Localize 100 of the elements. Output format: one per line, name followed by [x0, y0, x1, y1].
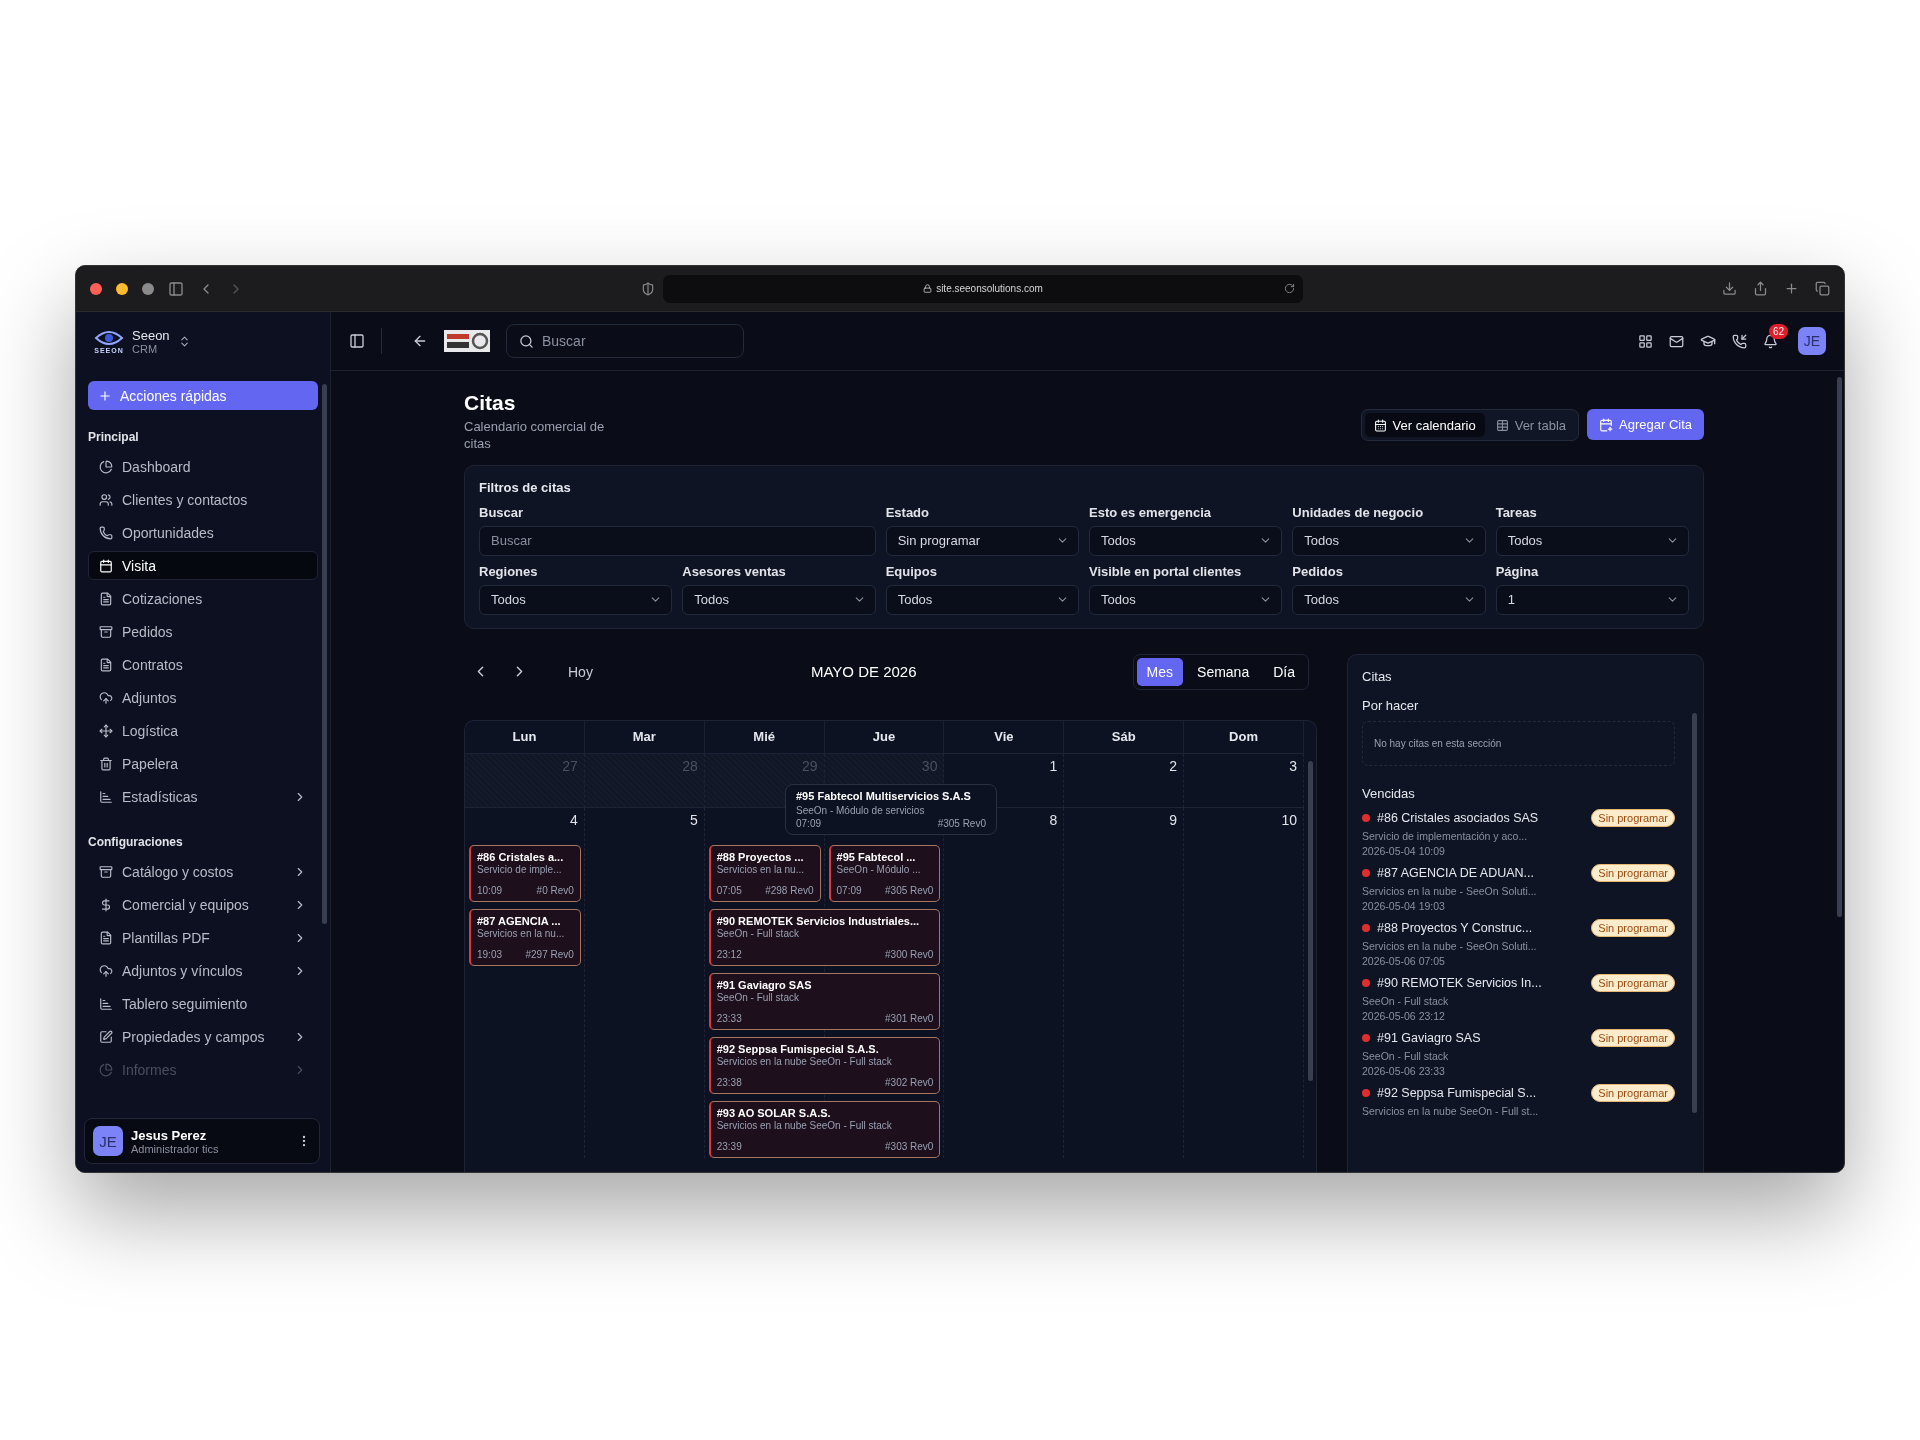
bar-chart-icon: [99, 789, 113, 804]
event-time: 23:12: [716, 948, 742, 960]
nav-item[interactable]: Estadísticas: [88, 782, 318, 811]
nav-item[interactable]: Clientes y contactos: [88, 485, 318, 514]
add-appointment-button[interactable]: Agregar Cita: [1587, 409, 1704, 440]
user-role: Administrador tics: [131, 1142, 220, 1155]
appointment-description: Servicios en la nube SeeOn - Full st...: [1362, 1104, 1540, 1117]
event-card[interactable]: #87 AGENCIA ... Servicios en la nu... 19:03 #297 Rev0: [469, 908, 581, 966]
search-input[interactable]: Buscar: [479, 525, 876, 556]
minimize-window-icon[interactable]: [116, 282, 128, 295]
select-field[interactable]: Todos: [1292, 525, 1486, 556]
scrollbar[interactable]: [322, 384, 327, 924]
event-card[interactable]: #90 REMOTEK Servicios Industriales... SeeOn - Full stack 23:12 #300 Rev0: [708, 908, 941, 966]
field-label: Página: [1495, 563, 1540, 579]
zoom-window-icon[interactable]: [142, 282, 154, 295]
notifications-icon[interactable]: [1763, 333, 1778, 349]
nav-item[interactable]: Adjuntos y vínculos: [88, 956, 318, 985]
reload-icon[interactable]: [1284, 283, 1295, 294]
event-time: 19:03: [477, 948, 503, 960]
event-card[interactable]: #93 AO SOLAR S.A.S. Servicios en la nube SeeOn - Full stack 23:39 #303 Rev0: [708, 1100, 941, 1158]
view-tab[interactable]: Ver tabla: [1486, 413, 1575, 437]
mail-icon[interactable]: [1669, 333, 1684, 349]
nav-item[interactable]: Papelera: [88, 749, 318, 778]
close-window-icon[interactable]: [90, 282, 102, 295]
nav-item[interactable]: Plantillas PDF: [88, 923, 318, 952]
url-text: site.seeonsolutions.com: [936, 283, 1043, 294]
nav-item[interactable]: Dashboard: [88, 452, 318, 481]
select-field[interactable]: Todos: [1495, 525, 1689, 556]
event-card[interactable]: #92 Seppsa Fumispecial S.A.S. Servicios en la nube SeeOn - Full stack 23:38 #302 Rev0: [708, 1036, 941, 1094]
select-field[interactable]: Todos: [1089, 584, 1283, 615]
brand-subtitle: CRM: [132, 343, 159, 355]
nav-item[interactable]: Contratos: [88, 650, 318, 679]
event-card[interactable]: #91 Gaviagro SAS SeeOn - Full stack 23:33 #301 Rev0: [708, 972, 941, 1030]
users-icon: [99, 492, 113, 507]
day-number: 30: [921, 757, 938, 775]
event-card[interactable]: #95 Fabtecol ... SeeOn - Módulo ... 07:09 #305 Rev0: [828, 844, 941, 902]
nav-item[interactable]: Tablero seguimiento: [88, 989, 318, 1018]
appointment-title[interactable]: #90 REMOTEK Servicios In...: [1377, 975, 1585, 990]
phone-icon[interactable]: [1732, 333, 1747, 349]
graduation-cap-icon[interactable]: [1700, 333, 1716, 349]
nav-item[interactable]: Propiedades y campos: [88, 1022, 318, 1051]
day-number: 4: [570, 811, 578, 829]
nav-item[interactable]: Catálogo y costos: [88, 857, 318, 886]
view-tab[interactable]: Semana: [1187, 657, 1260, 686]
event-card[interactable]: #88 Proyectos ... Servicios en la nu... 07:05 #298 Rev0: [708, 844, 821, 902]
table-icon: [1495, 418, 1509, 432]
select-field[interactable]: Todos: [885, 584, 1079, 615]
appointment-title[interactable]: #86 Cristales asociados SAS: [1377, 810, 1585, 825]
nav-label: Plantillas PDF: [122, 929, 211, 946]
nav-item[interactable]: Comercial y equipos: [88, 890, 318, 919]
user-avatar[interactable]: JE: [1798, 327, 1826, 355]
appointment-description: Servicios en la nube - SeeOn Soluti...: [1362, 939, 1538, 952]
nav-item[interactable]: Logística: [88, 716, 318, 745]
tabs-icon[interactable]: [1815, 281, 1830, 296]
nav-label: Oportunidades: [122, 524, 215, 541]
select-field[interactable]: Todos: [1089, 525, 1283, 556]
bar-chart-icon: [99, 996, 113, 1011]
quick-actions-button[interactable]: Acciones rápidas: [88, 381, 318, 410]
appointment-description: Servicio de implementación y aco...: [1362, 829, 1529, 842]
select-field[interactable]: Sin programar: [885, 525, 1079, 556]
nav-item[interactable]: Cotizaciones: [88, 584, 318, 613]
scrollbar[interactable]: [1837, 377, 1842, 917]
nav-item[interactable]: Oportunidades: [88, 518, 318, 547]
nav-item[interactable]: Visita: [88, 551, 318, 580]
appointment-title[interactable]: #92 Seppsa Fumispecial S...: [1377, 1085, 1585, 1100]
share-icon[interactable]: [1753, 281, 1768, 296]
view-tab[interactable]: Mes: [1136, 657, 1184, 686]
user-card[interactable]: JE Jesus Perez Administrador tics: [84, 1118, 320, 1164]
view-tab[interactable]: Ver calendario: [1364, 413, 1485, 437]
appointment-title[interactable]: #88 Proyectos Y Construc...: [1377, 920, 1585, 935]
status-dot: [1362, 868, 1370, 877]
status-badge: Sin programar: [1591, 1083, 1675, 1102]
today-button[interactable]: Hoy: [562, 662, 599, 681]
sidebar-toggle-icon[interactable]: [349, 333, 365, 349]
scrollbar[interactable]: [1692, 712, 1697, 1113]
event-time: 23:33: [716, 1012, 742, 1024]
event-time: 07:05: [716, 884, 742, 896]
nav-item[interactable]: Adjuntos: [88, 683, 318, 712]
shield-icon[interactable]: [641, 281, 655, 296]
select-field[interactable]: Todos: [1292, 584, 1486, 615]
nav-label: Cotizaciones: [122, 590, 204, 607]
scrollbar[interactable]: [1308, 760, 1313, 1081]
search-field[interactable]: Buscar: [506, 324, 744, 358]
apps-icon[interactable]: [1638, 333, 1653, 349]
new-tab-icon[interactable]: [1784, 281, 1799, 296]
sidebar-toggle-icon[interactable]: [168, 280, 184, 297]
download-icon[interactable]: [1722, 281, 1737, 296]
event-card[interactable]: #86 Cristales a... Servicio de imple... 10:09 #0 Rev0: [469, 844, 581, 902]
nav-item[interactable]: Pedidos: [88, 617, 318, 646]
event-description: Servicios en la nube SeeOn - Full stack: [716, 1119, 893, 1131]
select-field[interactable]: Todos: [479, 584, 673, 615]
appointment-title[interactable]: #87 AGENCIA DE ADUAN...: [1377, 865, 1585, 880]
select-field[interactable]: Todos: [682, 584, 876, 615]
select-field[interactable]: 1: [1495, 584, 1689, 615]
view-tab[interactable]: Día: [1263, 657, 1305, 686]
event-title: #91 Gaviagro SAS: [716, 978, 813, 991]
event-title: #87 AGENCIA ...: [477, 914, 562, 927]
event-title: #88 Proyectos ...: [716, 850, 805, 863]
appointment-title[interactable]: #91 Gaviagro SAS: [1377, 1030, 1585, 1045]
event-description: SeeOn - Full stack: [716, 991, 800, 1003]
